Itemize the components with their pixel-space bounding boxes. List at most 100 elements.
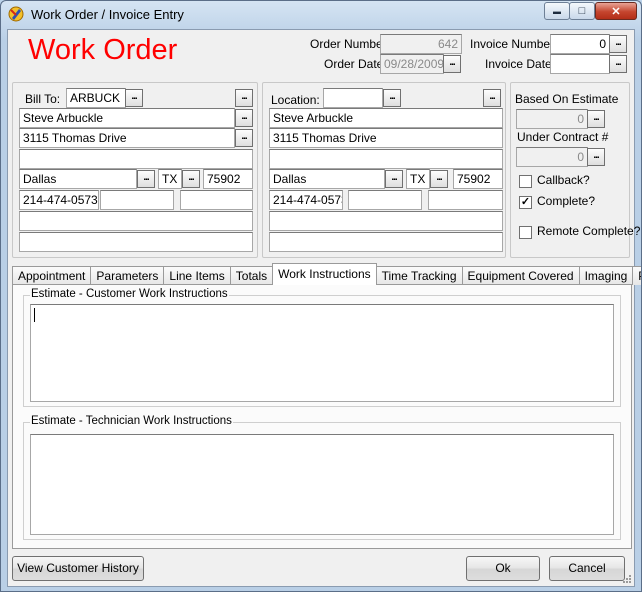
tab-equipment-covered[interactable]: Equipment Covered [461,266,580,285]
location-phone3-field[interactable] [428,190,503,210]
location-extra2-field[interactable] [269,232,503,252]
under-contract-lookup-button[interactable]: ... [587,148,605,166]
order-date-picker-button[interactable]: ... [443,55,461,73]
remote-complete-label: Remote Complete? [537,224,641,238]
callback-label: Callback? [537,173,590,187]
work-instructions-panel: Estimate - Customer Work Instructions Es… [12,284,632,549]
cancel-label: Cancel [568,561,606,575]
invoice-date-label: Invoice Date [485,57,552,71]
app-icon [8,6,24,22]
order-date-field[interactable]: 09/28/2009 [380,54,444,74]
maximize-button[interactable]: □ [569,2,595,20]
cancel-button[interactable]: Cancel [549,556,625,581]
bill-to-search-button[interactable]: ... [235,89,253,107]
under-contract-field[interactable]: 0 [516,147,588,167]
bill-to-label: Bill To: [25,92,61,106]
location-city-lookup-button[interactable]: ... [385,170,403,188]
based-on-estimate-field[interactable]: 0 [516,109,588,129]
location-zip-field[interactable]: 75902 [453,169,503,189]
options-group: Based On Estimate 0 ... Under Contract #… [510,82,640,258]
bill-to-code-lookup-button[interactable]: ... [125,89,143,107]
location-group: Location: ... ... Steve Arbuckle 3115 Th… [262,82,506,258]
bill-to-state-field[interactable]: TX [158,169,182,189]
under-contract-label: Under Contract # [517,130,609,144]
minimize-icon: ▬ [553,6,561,16]
bill-to-city-field[interactable]: Dallas [19,169,137,189]
close-icon: ✕ [611,5,621,18]
ok-label: Ok [495,561,511,575]
technician-instructions-textarea[interactable] [30,434,614,535]
invoice-number-field[interactable]: 0 [550,34,610,54]
window-title: Work Order / Invoice Entry [31,7,184,22]
bill-to-group: Bill To: ARBUCK ... ... Steve Arbuckle .… [12,82,258,258]
location-code-field[interactable] [323,88,383,108]
bill-to-phone-field[interactable]: 214-474-0573 [19,190,99,210]
tab-time-tracking[interactable]: Time Tracking [375,266,463,285]
customer-instructions-textarea[interactable] [30,304,614,402]
view-customer-history-label: View Customer History [17,561,139,575]
location-code-lookup-button[interactable]: ... [383,89,401,107]
ok-button[interactable]: Ok [466,556,540,581]
location-state-field[interactable]: TX [406,169,430,189]
customer-instructions-group: Estimate - Customer Work Instructions [23,288,621,407]
tab-imaging[interactable]: Imaging [578,266,634,285]
invoice-number-label: Invoice Number [470,37,555,51]
bill-to-city-lookup-button[interactable]: ... [137,170,155,188]
complete-label: Complete? [537,194,596,208]
location-search-button[interactable]: ... [483,89,501,107]
close-button[interactable]: ✕ [595,2,637,20]
bill-to-name-lookup-button[interactable]: ... [235,109,253,127]
location-address2-field[interactable] [269,149,503,169]
title-bar[interactable]: Work Order / Invoice Entry ▬ □ ✕ [1,1,641,29]
invoice-date-picker-button[interactable]: ... [609,55,627,73]
bill-to-phone2-field[interactable] [100,190,174,210]
technician-instructions-legend: Estimate - Technician Work Instructions [30,415,233,427]
maximize-icon: □ [578,5,586,17]
tab-strip: Appointment Parameters Line Items Totals… [12,263,641,285]
order-number-field[interactable]: 642 [380,34,462,54]
location-label: Location: [271,93,320,107]
location-phone2-field[interactable] [348,190,422,210]
location-extra1-field[interactable] [269,211,503,231]
based-on-estimate-lookup-button[interactable]: ... [587,110,605,128]
callback-checkbox[interactable] [519,175,532,188]
location-name-field[interactable]: Steve Arbuckle [269,108,503,128]
technician-instructions-group: Estimate - Technician Work Instructions [23,415,621,540]
complete-check-mark: ✓ [520,196,531,208]
invoice-number-lookup-button[interactable]: ... [609,35,627,53]
bill-to-phone3-field[interactable] [180,190,253,210]
location-state-lookup-button[interactable]: ... [430,170,448,188]
view-customer-history-button[interactable]: View Customer History [12,556,144,581]
bill-to-extra1-field[interactable] [19,211,253,231]
minimize-button[interactable]: ▬ [544,2,570,20]
bill-to-address-lookup-button[interactable]: ... [235,129,253,147]
location-phone-field[interactable]: 214-474-0573 [269,190,343,210]
text-cursor [34,308,35,322]
order-date-label: Order Date [324,57,384,71]
remote-complete-checkbox[interactable] [519,226,532,239]
bill-to-address2-field[interactable] [19,149,253,169]
order-number-label: Order Number [310,37,387,51]
tab-appointment[interactable]: Appointment [12,266,92,285]
complete-checkbox[interactable]: ✓ [519,196,532,209]
tab-work-instructions[interactable]: Work Instructions [272,263,377,285]
customer-instructions-legend: Estimate - Customer Work Instructions [30,288,229,300]
location-address1-field[interactable]: 3115 Thomas Drive [269,128,503,148]
form-client-area: Work Order Order Number 642 Order Date 0… [7,29,641,587]
location-city-field[interactable]: Dallas [269,169,385,189]
invoice-date-field[interactable] [550,54,610,74]
bill-to-name-field[interactable]: Steve Arbuckle [19,108,235,128]
tab-totals[interactable]: Totals [229,266,274,285]
bill-to-code-field[interactable]: ARBUCK [66,88,126,108]
work-order-window: Work Order / Invoice Entry ▬ □ ✕ Work Or… [0,0,642,592]
resize-grip-icon[interactable] [622,574,632,584]
tab-line-items[interactable]: Line Items [163,266,231,285]
based-on-estimate-label: Based On Estimate [515,92,619,106]
tab-parameters[interactable]: Parameters [90,266,165,285]
bill-to-extra2-field[interactable] [19,232,253,252]
page-title: Work Order [28,34,178,66]
bill-to-state-lookup-button[interactable]: ... [182,170,200,188]
bill-to-address1-field[interactable]: 3115 Thomas Drive [19,128,235,148]
bill-to-zip-field[interactable]: 75902 [203,169,253,189]
tab-po[interactable]: P.O. [632,266,641,285]
